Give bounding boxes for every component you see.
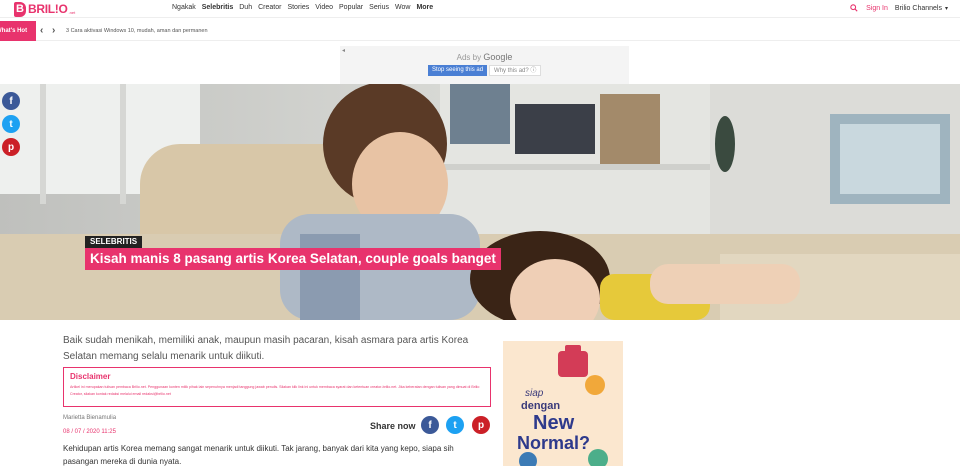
publish-date: 08 / 07 / 2020 11:25 [63, 429, 116, 435]
header-actions: Sign In Brilio Channels ▾ [850, 3, 960, 13]
nav-item-wow[interactable]: Wow [395, 3, 410, 13]
ad-buttons: Stop seeing this ad Why this ad? ⓘ [428, 65, 542, 76]
prev-arrow-icon[interactable]: ‹ [40, 26, 48, 36]
ad-banner: ◂ Ads by Google Stop seeing this ad Why … [340, 46, 629, 84]
ad-line-4: Normal? [517, 433, 590, 453]
share-now-label: Share now [370, 421, 416, 431]
ads-by-google: Ads by Google [340, 52, 629, 62]
category-badge[interactable]: SELEBRITIS [85, 236, 143, 248]
hero-image [0, 84, 960, 320]
facebook-share-button[interactable]: f [421, 416, 439, 434]
nav-item-popular[interactable]: Popular [339, 3, 363, 13]
why-this-ad-button[interactable]: Why this ad? ⓘ [489, 65, 542, 76]
article-body: Kehidupan artis Korea memang sangat mena… [63, 444, 454, 466]
ads-by-label: Ads by [456, 53, 482, 62]
facebook-share-icon[interactable]: f [2, 92, 20, 110]
nav-item-more[interactable]: More [416, 3, 433, 13]
brilio-logo[interactable]: B BRIL!O .net [14, 1, 75, 17]
nav-item-stories[interactable]: Stories [287, 3, 309, 13]
article-title: Kisah manis 8 pasang artis Korea Selatan… [85, 248, 501, 270]
side-ad-new-normal[interactable]: siap dengan New Normal? [503, 341, 623, 466]
next-arrow-icon[interactable]: › [52, 26, 60, 36]
social-float: f t p [2, 92, 20, 161]
disclaimer-box: Disclaimer Artikel ini merupakan tulisan… [63, 367, 491, 407]
whats-hot-bar: What's Hot ‹ › 3 Cara aktivasi Windows 1… [0, 21, 960, 41]
nav-item-serius[interactable]: Serius [369, 3, 389, 13]
disclaimer-title: Disclaimer [70, 372, 111, 381]
side-ad-graphic: siap dengan New Normal? [517, 345, 608, 466]
search-icon[interactable] [850, 4, 858, 12]
nav-item-ngakak[interactable]: Ngakak [172, 3, 196, 13]
google-label: Google [483, 52, 513, 62]
nav-item-creator[interactable]: Creator [258, 3, 281, 13]
twitter-share-button[interactable]: t [446, 416, 464, 434]
disclaimer-body: Artikel ini merupakan tulisan pembaca Br… [70, 385, 480, 396]
logo-mark-icon: B [14, 1, 26, 17]
main-nav: Ngakak Selebritis Duh Creator Stories Vi… [172, 3, 439, 13]
ad-line-3: New [533, 412, 575, 434]
pinterest-share-icon[interactable]: p [2, 138, 20, 156]
logo-sub: .net [68, 9, 76, 15]
author-name[interactable]: Marietta Bienamulia [63, 415, 116, 421]
logo-text: BRIL!O [28, 2, 68, 16]
whats-hot-label: What's Hot [0, 21, 36, 41]
nav-item-video[interactable]: Video [315, 3, 333, 13]
nav-item-selebritis[interactable]: Selebritis [202, 3, 234, 13]
twitter-share-icon[interactable]: t [2, 115, 20, 133]
whats-hot-headline[interactable]: 3 Cara aktivasi Windows 10, mudah, aman … [66, 28, 208, 34]
article-lead: Baik sudah menikah, memiliki anak, maupu… [63, 335, 469, 362]
sign-in-link[interactable]: Sign In [866, 5, 888, 12]
hero-photo [0, 84, 960, 320]
brilio-channels-menu[interactable]: Brilio Channels ▾ [895, 5, 948, 12]
chevron-down-icon: ▾ [944, 5, 948, 12]
ad-line-2: dengan [521, 400, 560, 412]
channels-label: Brilio Channels [894, 4, 942, 12]
ad-line-1: siap [525, 388, 544, 399]
stop-seeing-ad-button[interactable]: Stop seeing this ad [428, 65, 488, 76]
pinterest-share-button[interactable]: p [472, 416, 490, 434]
top-header: B BRIL!O .net Ngakak Selebritis Duh Crea… [0, 0, 960, 18]
nav-item-duh[interactable]: Duh [239, 3, 252, 13]
